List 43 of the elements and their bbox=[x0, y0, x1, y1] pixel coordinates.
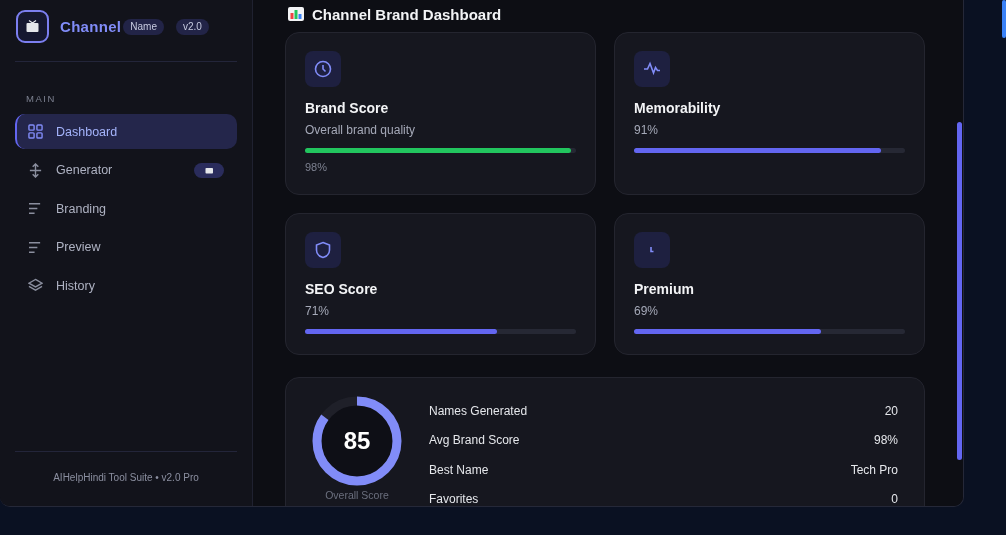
score-value: 85 bbox=[342, 426, 372, 456]
stat-value: 20 bbox=[884, 403, 898, 418]
stat-label: Avg Brand Score bbox=[429, 433, 520, 448]
card-title: Memorability bbox=[634, 99, 721, 117]
grid-icon bbox=[28, 124, 43, 139]
lines-icon bbox=[28, 240, 43, 254]
nav-item[interactable]: Generator bbox=[15, 152, 237, 188]
nav-item[interactable]: Preview bbox=[15, 229, 237, 265]
card-title: SEO Score bbox=[305, 280, 378, 298]
card-description: Overall brand quality bbox=[305, 122, 416, 138]
shield-icon bbox=[305, 232, 341, 268]
lines-icon bbox=[28, 202, 43, 215]
stat-label: Favorites bbox=[429, 492, 479, 506]
name-tag: Name bbox=[123, 18, 164, 35]
stat-label: Names Generated bbox=[429, 403, 528, 418]
layers-icon bbox=[28, 278, 43, 293]
stat-value: Tech Pro bbox=[850, 462, 898, 477]
tv-icon bbox=[16, 10, 49, 43]
score-label: Overall Score bbox=[325, 489, 389, 501]
app-title: Channel bbox=[60, 18, 122, 35]
card-title: Premium bbox=[634, 280, 694, 298]
bar-chart-icon bbox=[288, 7, 304, 21]
stat-value: 98% bbox=[873, 433, 898, 448]
nav-item[interactable]: History bbox=[15, 268, 237, 303]
stat-value: 0 bbox=[891, 492, 898, 506]
card-value: 91% bbox=[634, 122, 659, 138]
pulse-icon bbox=[634, 51, 670, 87]
card-value: 98% bbox=[305, 160, 328, 174]
clock-icon bbox=[305, 51, 341, 87]
nav-item[interactable]: Dashboard bbox=[15, 114, 237, 149]
footer-text: AIHelpHindi Tool Suite • v2.0 Pro bbox=[53, 472, 199, 483]
section-label: MAIN bbox=[25, 93, 57, 105]
card-value: 69% bbox=[634, 303, 659, 319]
page-title: Channel Brand Dashboard bbox=[312, 5, 502, 23]
version-tag: v2.0 bbox=[175, 18, 209, 35]
card-value: 71% bbox=[305, 303, 330, 319]
stat-label: Best Name bbox=[429, 462, 489, 477]
card-title: Brand Score bbox=[305, 99, 389, 117]
up-down-arrows-icon bbox=[28, 162, 43, 178]
scrollbar-thumb[interactable] bbox=[1002, 0, 1006, 38]
nav-item[interactable]: Branding bbox=[15, 191, 237, 226]
scrollbar-thumb[interactable] bbox=[957, 122, 962, 460]
clock-hands-icon bbox=[634, 232, 670, 268]
